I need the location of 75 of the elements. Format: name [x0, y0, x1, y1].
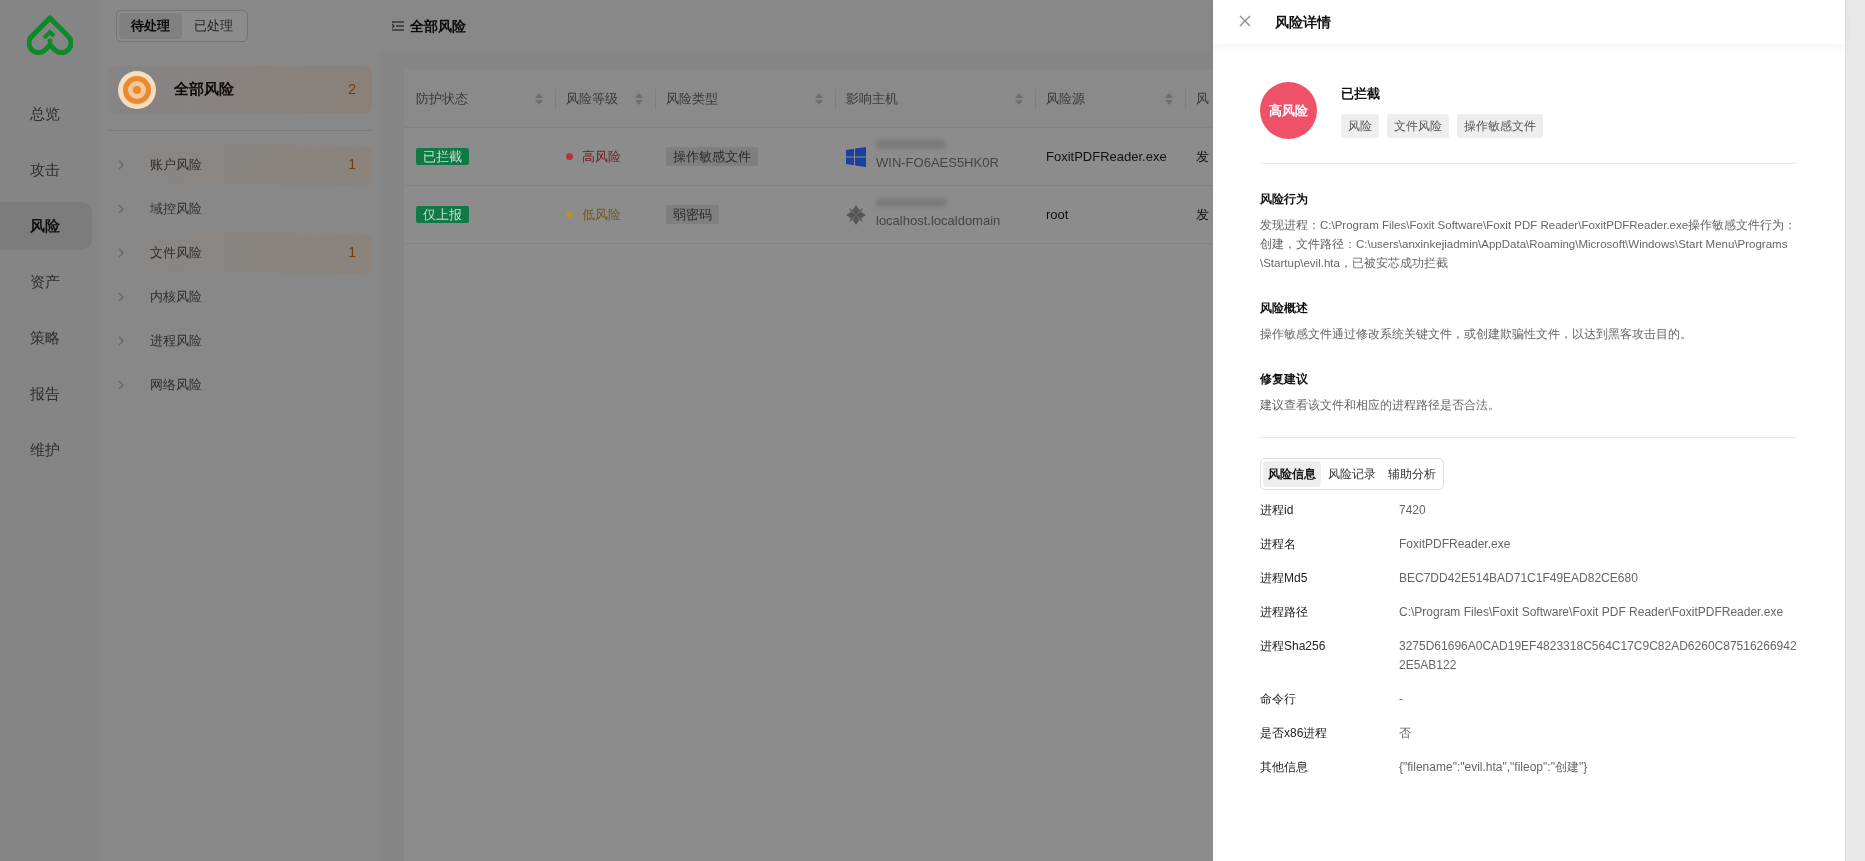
field-value: -: [1399, 691, 1404, 708]
table-cell-text: FoxitPDFReader.exe: [1046, 147, 1168, 166]
status-tab[interactable]: 已处理: [182, 13, 245, 39]
nav-item[interactable]: 总览: [0, 90, 92, 138]
nav-item[interactable]: 攻击: [0, 146, 92, 194]
tag: 文件风险: [1387, 113, 1449, 138]
count-text: 1: [348, 243, 356, 262]
column-header: 影响主机: [846, 89, 898, 108]
nav-item[interactable]: 报告: [0, 370, 92, 418]
field-label: 进程Md5: [1260, 570, 1309, 587]
section-text: 操作敏感文件通过修改系统关键文件，或创建欺骗性文件，以达到黑客攻击目的。: [1260, 327, 1693, 342]
field-label: 进程名: [1260, 536, 1297, 553]
status-tab[interactable]: 待处理: [119, 13, 182, 39]
table-cell-text: root: [1046, 205, 1070, 224]
field-value: {"filename":"evil.hta","fileop":"创建"}: [1399, 759, 1589, 776]
nav-item[interactable]: 策略: [0, 314, 92, 362]
page-title: 全部风险: [410, 16, 466, 36]
status-tag: 已拦截: [416, 147, 469, 165]
section-text: 建议查看该文件和相应的进程路径是否合法。: [1260, 398, 1501, 413]
column-header: 风险类型: [666, 89, 718, 108]
table-cell-text: 发: [1196, 147, 1210, 166]
target-icon: [116, 68, 158, 111]
chevron-right-icon: [116, 291, 126, 302]
chevron-right-icon: [116, 335, 126, 346]
nav-item[interactable]: 风险: [0, 202, 92, 250]
nav-item[interactable]: 维护: [0, 426, 92, 474]
status-tag: 仅上报: [416, 205, 469, 223]
column-header: 风: [1196, 89, 1209, 108]
column-header: 风险源: [1046, 89, 1085, 108]
field-label: 进程id: [1260, 502, 1295, 519]
field-label: 进程Sha256: [1260, 638, 1327, 655]
section-heading: 风险概述: [1260, 300, 1309, 317]
level-text: 低风险: [582, 205, 621, 224]
tag: 风险: [1341, 113, 1379, 138]
field-value: 否: [1399, 725, 1412, 742]
field-value: C:\Program Files\Foxit Software\Foxit PDF Reader\FoxitPDFReader.exe: [1399, 604, 1785, 621]
field-label: 其他信息: [1260, 759, 1309, 776]
column-header: 风险等级: [566, 89, 618, 108]
host-name: WIN-FO6AES5HK0R: [876, 154, 999, 173]
field-label: 进程路径: [1260, 604, 1309, 621]
type-tag: 操作敏感文件: [666, 146, 758, 166]
field-label: 是否x86进程: [1260, 725, 1329, 742]
section-heading: 风险行为: [1260, 191, 1309, 208]
detail-tab[interactable]: 风险信息: [1263, 461, 1321, 487]
risk-level-badge: 高风险: [1260, 82, 1317, 139]
level-text: 高风险: [582, 147, 621, 166]
menu-icon[interactable]: [392, 21, 404, 31]
field-label: 命令行: [1260, 691, 1297, 708]
field-value: 3275D61696A0CAD19EF4823318C564C17C9C82AD6260C875162669422E5AB122: [1399, 638, 1797, 674]
section-text: 发现进程：C:\Program Files\Foxit Software\Foxit PDF Reader\FoxitPDFReader.exe操作敏感文件行为：创建，文件路径：C:\users\anxinkejiadmin\AppData\Roaming\Microsoft\Windows\Start Menu\Programs\Startup\evil.hta，已被安芯成功拦截: [1260, 218, 1797, 271]
drawer-title: 风险详情: [1275, 12, 1331, 32]
category-item[interactable]: 进程风险: [108, 320, 372, 361]
type-tag: 弱密码: [666, 204, 719, 224]
count-text: 2: [348, 80, 356, 99]
chevron-right-icon: [116, 247, 126, 258]
chevron-right-icon: [116, 379, 126, 390]
detail-tab[interactable]: 辅助分析: [1383, 461, 1441, 487]
category-item[interactable]: 域控风险: [108, 188, 372, 229]
section-heading: 修复建议: [1260, 371, 1309, 388]
category-item[interactable]: 网络风险: [108, 364, 372, 405]
column-header: 防护状态: [416, 89, 468, 108]
field-value: 7420: [1399, 502, 1427, 519]
tag: 操作敏感文件: [1457, 113, 1543, 138]
chevron-right-icon: [116, 203, 126, 214]
chevron-right-icon: [116, 159, 126, 170]
count-text: 1: [348, 155, 356, 174]
status-text: 已拦截: [1341, 85, 1381, 103]
field-value: BEC7DD42E514BAD71C1F49EAD82CE680: [1399, 570, 1639, 587]
field-value: FoxitPDFReader.exe: [1399, 536, 1512, 553]
host-name: localhost.localdomain: [876, 212, 1001, 231]
detail-tab[interactable]: 风险记录: [1323, 461, 1381, 487]
nav-item[interactable]: 资产: [0, 258, 92, 306]
close-icon[interactable]: [1239, 15, 1253, 29]
category-item[interactable]: 内核风险: [108, 276, 372, 317]
all-risks-item[interactable]: 全部风险 2: [108, 65, 372, 114]
